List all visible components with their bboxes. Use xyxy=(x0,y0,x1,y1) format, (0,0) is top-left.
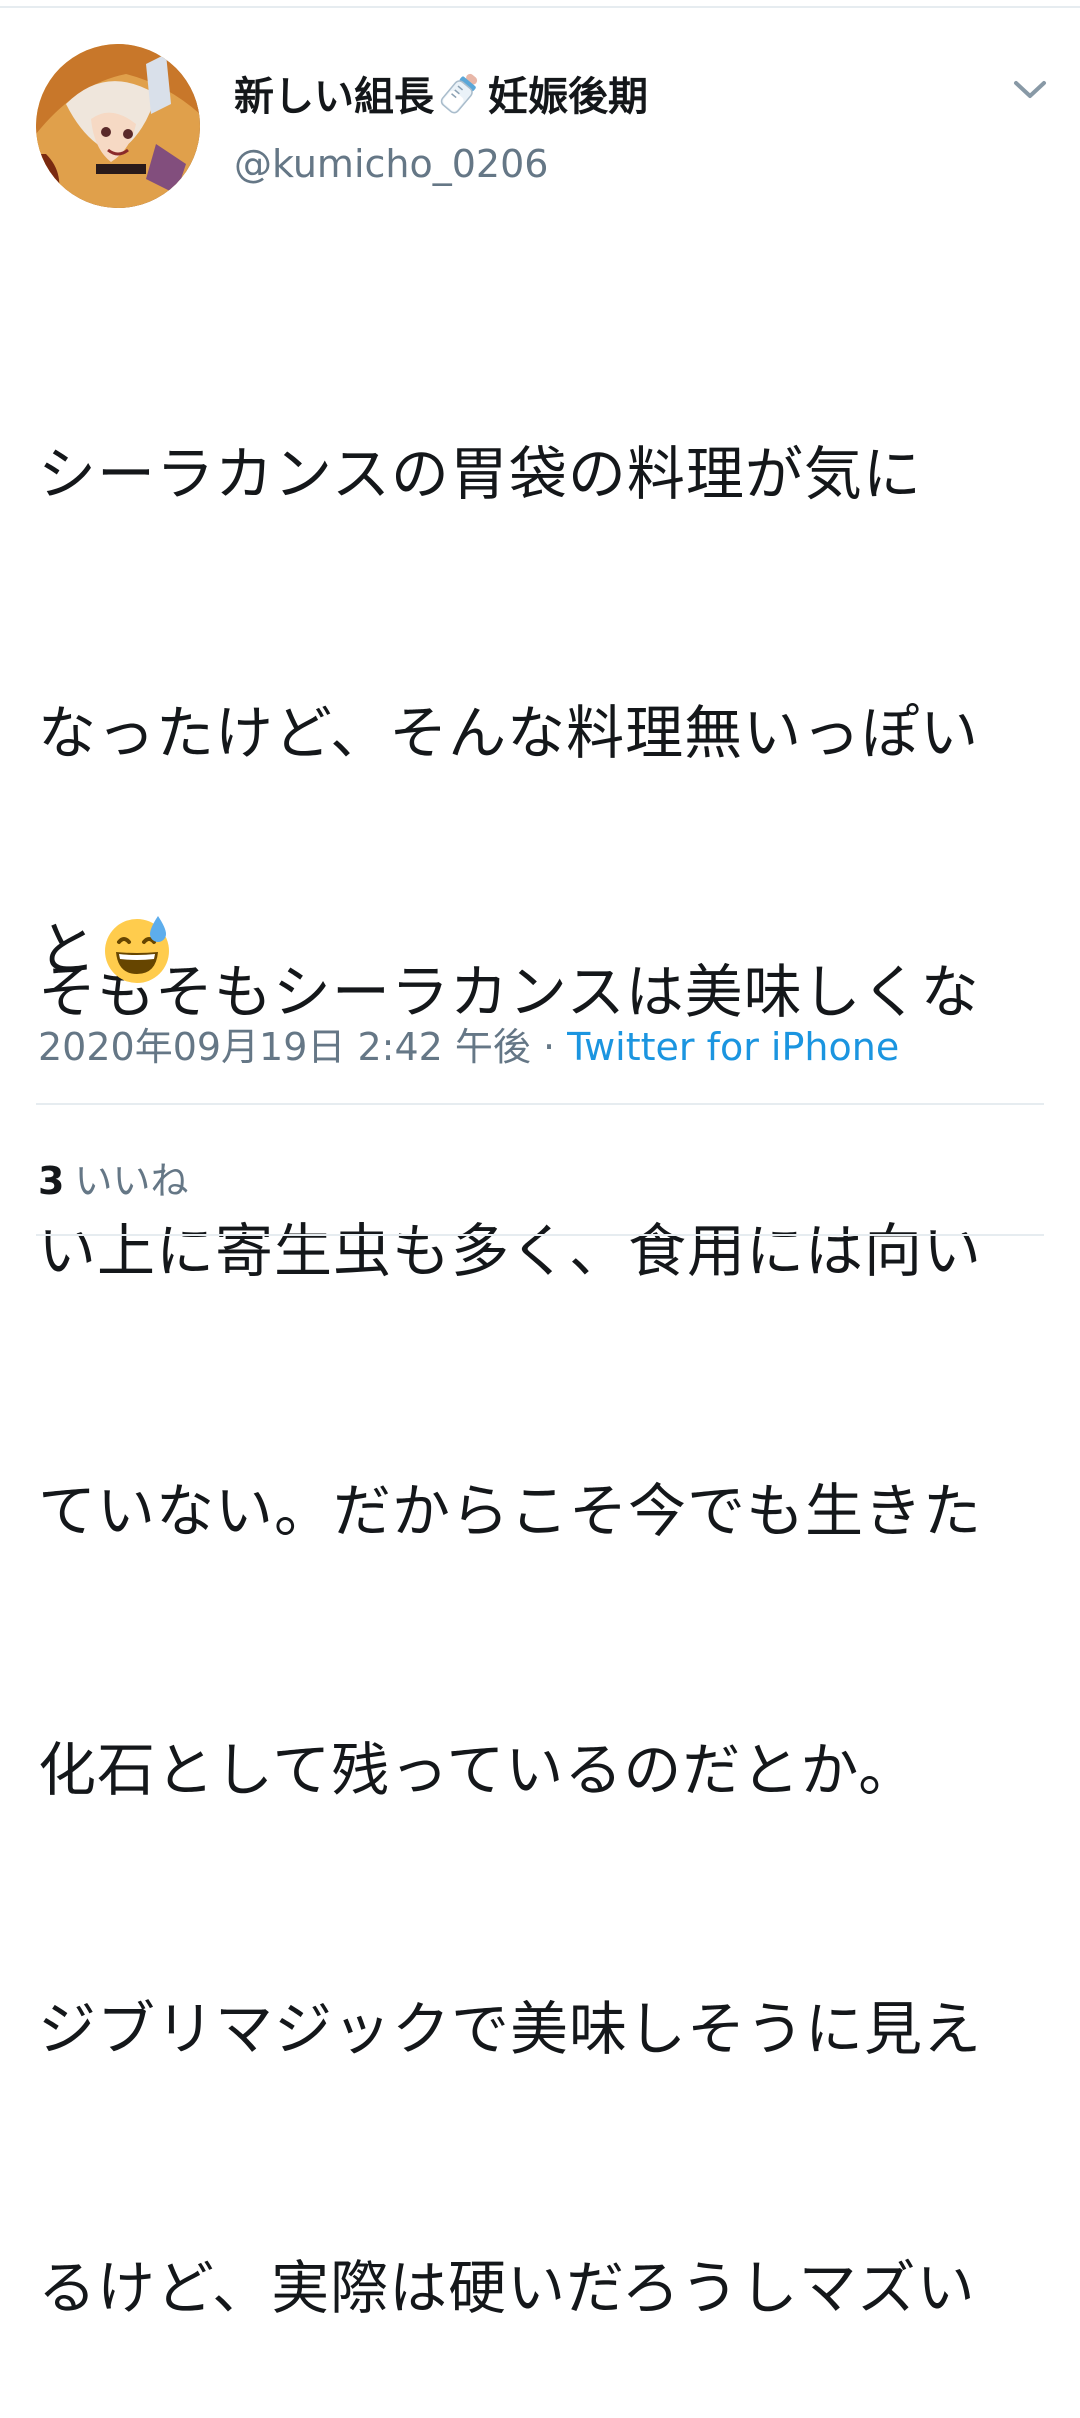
tweet-line: ていない。だからこそ今でも生きた xyxy=(38,1476,983,1545)
tweet-line: 化石として残っているのだとか。 xyxy=(38,1735,918,1804)
tweet-meta: 2020年09月19日 2:42 午後 · Twitter for iPhone xyxy=(38,1016,899,1071)
likes-label: いいね xyxy=(74,1159,189,1203)
tweet-line: るけど、実際は硬いだろうしマズい xyxy=(38,2254,976,2323)
tweet-source-link[interactable]: Twitter for iPhone xyxy=(567,1025,899,1069)
top-divider xyxy=(0,6,1080,8)
baby-bottle-icon xyxy=(440,73,478,114)
display-name-part2: 妊娠後期 xyxy=(488,74,648,120)
tweet-body: シーラカンスの胃袋の料理が気に なったけど、そんな料理無いっぽい そもそもシーラ… xyxy=(38,258,1058,2418)
meta-separator: · xyxy=(530,1025,568,1069)
divider xyxy=(36,1234,1044,1236)
display-name[interactable]: 新しい組長 妊娠後期 xyxy=(234,64,648,122)
chevron-down-icon[interactable] xyxy=(1010,74,1050,104)
likes-count: 3 xyxy=(38,1159,65,1203)
display-name-part1: 新しい組長 xyxy=(234,74,434,120)
tweet-line: ジブリマジックで美味しそうに見え xyxy=(38,1995,983,2064)
tweet-timestamp[interactable]: 2020年09月19日 2:42 午後 xyxy=(38,1025,531,1069)
divider xyxy=(36,1103,1044,1105)
avatar-illustration-icon xyxy=(36,44,200,208)
tweet-last-line: と xyxy=(38,906,174,992)
user-handle[interactable]: @kumicho_0206 xyxy=(234,142,548,186)
tweet-line: と xyxy=(38,915,97,983)
grinning-sweat-emoji-icon xyxy=(105,916,170,984)
avatar[interactable] xyxy=(36,44,200,208)
tweet-line: なったけど、そんな料理無いっぽい xyxy=(38,699,980,768)
tweet-line: い上に寄生虫も多く、食用には向い xyxy=(38,1217,983,1286)
tweet-line: シーラカンスの胃袋の料理が気に xyxy=(38,439,922,508)
likes-stat[interactable]: 3 いいね xyxy=(38,1150,188,1205)
